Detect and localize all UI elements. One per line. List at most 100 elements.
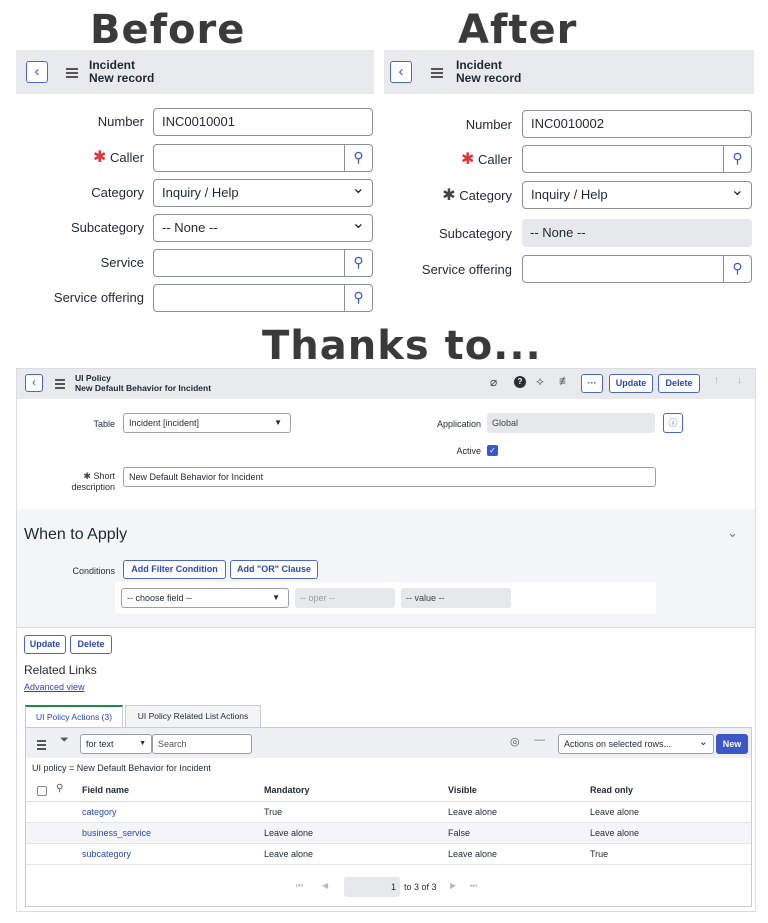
list-breadcrumb: UI policy = New Default Behavior for Inc… (32, 763, 211, 773)
service-offering-field[interactable]: ⚲ (153, 284, 373, 312)
paperclip-icon[interactable]: ⌀ (490, 375, 497, 389)
arrow-up-icon[interactable]: ↑ (714, 375, 719, 386)
visible-cell: False (448, 828, 471, 838)
form-subtitle: New record (456, 71, 522, 85)
description-label-text: description (71, 482, 115, 492)
category-select[interactable]: Inquiry / Help (522, 178, 752, 209)
category-select[interactable]: Inquiry / Help (153, 176, 373, 207)
caret-down-icon: ▼ (274, 418, 282, 427)
service-field[interactable]: ⚲ (153, 249, 373, 277)
column-header-visible[interactable]: Visible (448, 780, 477, 801)
pagination-text: to 3 of 3 (404, 882, 437, 892)
subcategory-select[interactable]: -- None -- (153, 211, 373, 242)
field-name-link[interactable]: subcategory (82, 844, 131, 865)
update-button[interactable]: Update (609, 374, 653, 393)
after-form-header: ‹ Incident New record (384, 50, 754, 94)
page-number-input[interactable]: 1 (344, 877, 400, 897)
help-icon[interactable]: ? (514, 376, 526, 388)
chevron-down-icon[interactable]: ⌄ (727, 525, 738, 541)
advanced-view-link[interactable]: Advanced view (24, 682, 85, 692)
column-header-read-only[interactable]: Read only (590, 780, 633, 801)
column-header-mandatory[interactable]: Mandatory (264, 780, 310, 801)
hamburger-icon[interactable] (37, 740, 46, 750)
last-page-icon[interactable]: ⏭ (470, 881, 477, 891)
settings-icon[interactable]: ◎ (510, 735, 520, 748)
hamburger-icon[interactable] (66, 68, 78, 78)
operator-select: -- oper -- (295, 588, 395, 608)
sliders-icon[interactable]: ≢ (559, 374, 571, 388)
policy-title: UI Policy (75, 373, 111, 383)
first-page-icon[interactable]: ⏮ (296, 881, 303, 891)
field-name-link[interactable]: category (82, 802, 117, 823)
mandatory-cell: True (264, 807, 283, 817)
number-field[interactable]: INC0010001 (153, 108, 373, 136)
table-select[interactable]: Incident [incident] ▼ (123, 413, 291, 433)
update-button-bottom[interactable]: Update (24, 635, 66, 654)
field-name-link[interactable]: business_service (82, 823, 151, 844)
caller-field[interactable]: ⚲ (153, 144, 373, 172)
column-header-field-name[interactable]: Field name (82, 780, 129, 801)
caret-down-icon: ▼ (272, 593, 280, 602)
more-button[interactable]: ··· (581, 374, 603, 393)
required-icon: ✱ (442, 187, 456, 204)
activity-icon[interactable]: ⟡ (536, 374, 544, 389)
before-form-header: ‹ Incident New record (16, 50, 374, 94)
value-field: -- value -- (401, 588, 511, 608)
required-icon: ✱ (461, 151, 475, 168)
delete-button[interactable]: Delete (658, 374, 700, 393)
tab-ui-policy-related-list-actions[interactable]: UI Policy Related List Actions (125, 705, 261, 727)
arrow-down-icon[interactable]: ↓ (737, 375, 742, 386)
actions-select[interactable]: Actions on selected rows... ⌄ (558, 734, 714, 754)
choose-field-select[interactable]: -- choose field -- ▼ (121, 588, 289, 608)
tab-ui-policy-actions[interactable]: UI Policy Actions (3) (25, 705, 123, 727)
service-offering-label: Service offering (421, 262, 512, 277)
table-label: Table (93, 419, 115, 429)
policy-header: ‹ UI Policy New Default Behavior for Inc… (17, 369, 755, 399)
mandatory-cell: Leave alone (264, 828, 314, 838)
search-icon[interactable]: ⚲ (723, 256, 751, 282)
active-label: Active (456, 446, 481, 456)
search-icon[interactable]: ⚲ (344, 285, 372, 311)
category-label: Category (91, 185, 144, 200)
subcategory-readonly: -- None -- (522, 219, 752, 247)
next-page-icon[interactable]: ▶ (450, 881, 456, 890)
short-description-label: ✱ Short description (47, 471, 115, 493)
collapse-icon[interactable]: — (534, 734, 545, 746)
condition-row: -- choose field -- ▼ -- oper -- -- value… (115, 582, 656, 614)
new-button[interactable]: New (716, 734, 748, 754)
when-to-apply-heading: When to Apply (24, 526, 128, 543)
select-all-checkbox[interactable] (37, 786, 47, 796)
previous-page-icon[interactable]: ◀ (322, 881, 328, 890)
hamburger-icon[interactable] (431, 68, 443, 78)
number-field[interactable]: INC0010002 (522, 110, 752, 138)
delete-button-bottom[interactable]: Delete (70, 635, 112, 654)
funnel-icon[interactable]: ⏷ (60, 734, 69, 747)
caller-field[interactable]: ⚲ (522, 145, 752, 173)
add-filter-condition-button[interactable]: Add Filter Condition (123, 560, 226, 579)
service-offering-field[interactable]: ⚲ (522, 255, 752, 283)
short-description-field[interactable]: New Default Behavior for Incident (123, 467, 656, 487)
chevron-down-icon: ⌄ (698, 736, 708, 748)
category-label-text: Category (459, 188, 512, 203)
search-icon[interactable]: ⚲ (723, 146, 751, 172)
search-input[interactable]: Search (152, 734, 252, 754)
hamburger-icon[interactable] (55, 379, 65, 389)
caller-label-text: Caller (478, 152, 512, 167)
active-checkbox[interactable]: ✓ (487, 445, 498, 456)
category-label: ✱ Category (390, 188, 512, 204)
search-icon[interactable]: ⚲ (56, 783, 63, 794)
search-field-select[interactable]: for text ▼ (80, 734, 152, 754)
back-button[interactable]: ‹ (26, 61, 48, 83)
required-icon: ✱ (83, 471, 91, 481)
number-label: Number (465, 117, 512, 132)
form-subtitle: New record (89, 71, 155, 85)
search-icon[interactable]: ⚲ (344, 145, 372, 171)
application-label: Application (436, 419, 481, 429)
search-icon[interactable]: ⚲ (344, 250, 372, 276)
back-button[interactable]: ‹ (25, 374, 43, 392)
add-or-clause-button[interactable]: Add "OR" Clause (230, 560, 318, 579)
when-to-apply-section: When to Apply ⌄ Conditions Add Filter Co… (17, 509, 755, 627)
back-button[interactable]: ‹ (390, 61, 412, 83)
info-icon[interactable]: ⓘ (663, 413, 683, 433)
ui-policy-panel: ‹ UI Policy New Default Behavior for Inc… (16, 368, 756, 912)
